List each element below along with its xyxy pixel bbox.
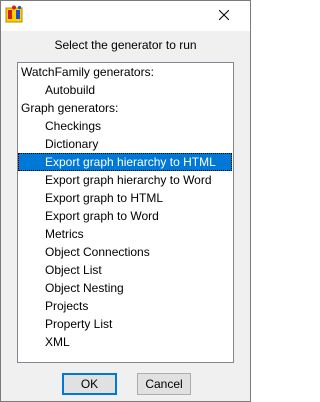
list-item[interactable]: Object Nesting <box>18 279 233 297</box>
dialog-prompt: Select the generator to run <box>54 38 197 52</box>
list-item[interactable]: XML <box>18 333 233 351</box>
list-group-header: WatchFamily generators: <box>21 65 154 79</box>
close-button[interactable] <box>201 1 247 31</box>
list-item[interactable]: Property List <box>18 315 233 333</box>
ok-button[interactable]: OK <box>62 373 117 395</box>
title-bar <box>1 1 250 31</box>
list-item[interactable]: Export graph hierarchy to HTML <box>18 153 232 171</box>
list-item[interactable]: Object List <box>18 261 233 279</box>
list-item[interactable]: Export graph hierarchy to Word <box>18 171 233 189</box>
app-icon <box>5 5 23 23</box>
cancel-button[interactable]: Cancel <box>137 373 191 395</box>
list-item[interactable]: Checkings <box>18 117 233 135</box>
generator-dialog: Select the generator to run WatchFamily … <box>0 0 251 402</box>
list-item[interactable]: Metrics <box>18 225 233 243</box>
list-item[interactable]: Export graph to HTML <box>18 189 233 207</box>
list-group-header: Graph generators: <box>21 101 119 115</box>
list-item[interactable]: Export graph to Word <box>18 207 233 225</box>
list-item[interactable]: Object Connections <box>18 243 233 261</box>
list-item[interactable]: Dictionary <box>18 135 233 153</box>
list-item[interactable]: Autobuild <box>18 81 233 99</box>
close-icon <box>218 7 230 25</box>
generator-listbox[interactable]: WatchFamily generators: Autobuild Graph ge… <box>17 62 234 363</box>
list-item[interactable]: Projects <box>18 297 233 315</box>
